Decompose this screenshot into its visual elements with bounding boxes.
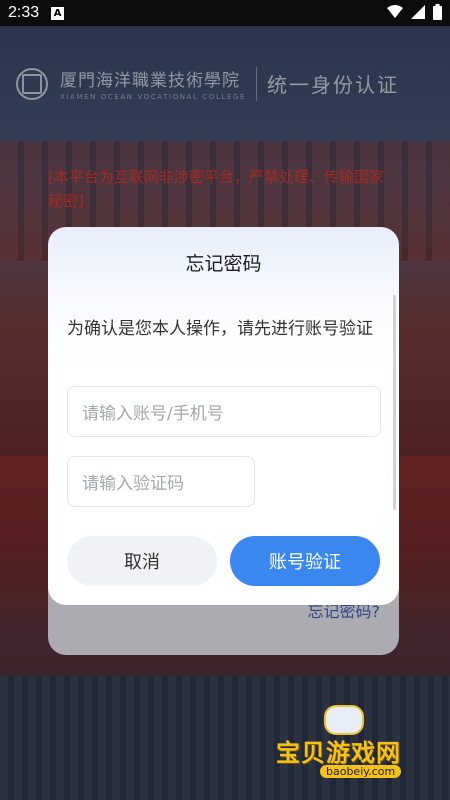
battery-icon <box>433 4 442 20</box>
status-time: 2:33 <box>8 4 40 21</box>
watermark-url: baobeiy.com <box>320 765 402 778</box>
watermark-name: 宝贝游戏网 <box>276 739 401 767</box>
watermark: 宝贝游戏网 baobeiy.com <box>276 705 446 785</box>
cancel-button[interactable]: 取消 <box>67 536 217 586</box>
status-icons <box>387 4 442 20</box>
signal-icon <box>411 5 425 19</box>
gamepad-mascot-icon <box>324 705 364 735</box>
code-placeholder: 请输入验证码 <box>82 474 184 494</box>
wifi-icon <box>387 5 403 18</box>
account-input[interactable]: 请输入账号/手机号 <box>67 386 381 437</box>
forgot-password-dialog: 忘记密码 为确认是您本人操作，请先进行账号验证 请输入账号/手机号 请输入验证码… <box>48 227 399 605</box>
status-bar: 2:33 A <box>0 0 450 26</box>
dialog-title: 忘记密码 <box>185 253 262 275</box>
notification-icon: A <box>51 6 65 20</box>
dialog-scrollbar[interactable] <box>393 295 396 510</box>
verification-code-input[interactable]: 请输入验证码 <box>67 456 255 507</box>
account-placeholder: 请输入账号/手机号 <box>82 404 224 424</box>
account-verify-button[interactable]: 账号验证 <box>230 536 380 586</box>
dialog-message: 为确认是您本人操作，请先进行账号验证 <box>67 319 373 339</box>
